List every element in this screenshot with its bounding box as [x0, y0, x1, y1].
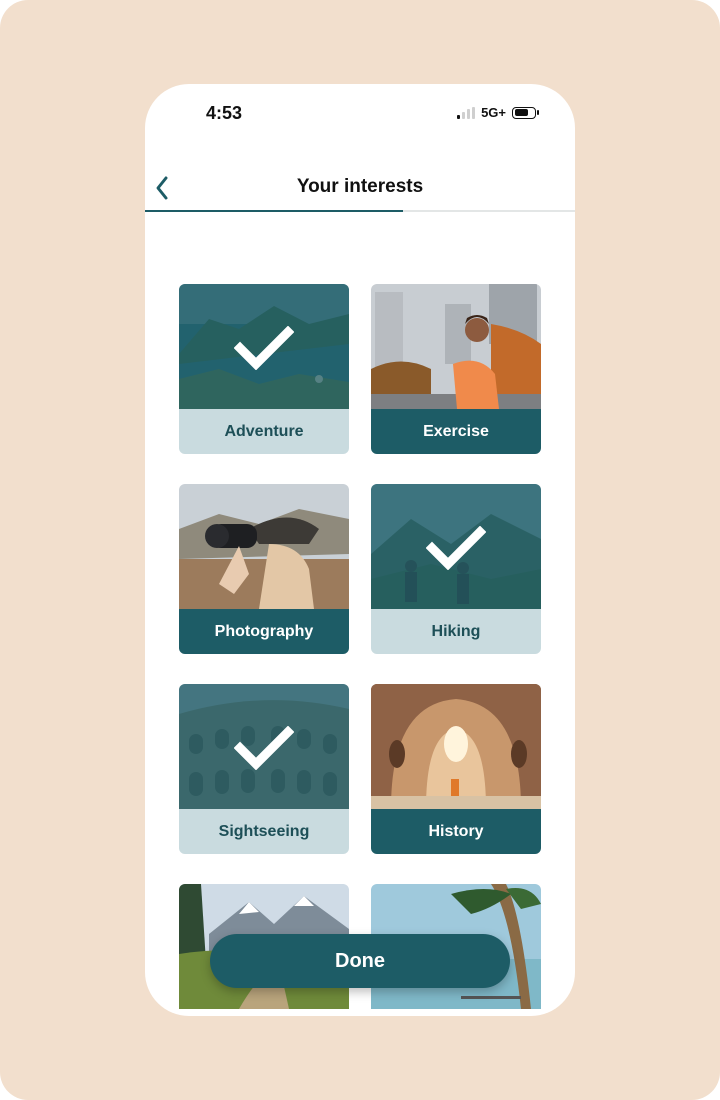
history-photo [371, 684, 541, 809]
exercise-photo [371, 284, 541, 409]
page-title: Your interests [296, 176, 424, 197]
interest-label: Hiking [371, 609, 541, 654]
signal-icon [457, 106, 476, 119]
check-icon [234, 726, 294, 770]
check-icon [426, 526, 486, 570]
phone-screen: 4:53 5G+ Your interests Adventure Exerci… [145, 84, 575, 1016]
interest-label: Photography [179, 609, 349, 654]
interest-card-adventure[interactable]: Adventure [179, 284, 349, 454]
network-type: 5G+ [481, 105, 506, 120]
interest-card-hiking[interactable]: Hiking [371, 484, 541, 654]
progress-fill [145, 210, 403, 212]
interest-label: Adventure [179, 409, 349, 454]
battery-icon [512, 106, 539, 119]
interest-card-history[interactable]: History [371, 684, 541, 854]
interest-card-photography[interactable]: Photography [179, 484, 349, 654]
header: Your interests [145, 164, 575, 212]
done-button[interactable]: Done [210, 934, 510, 988]
interest-card-sightseeing[interactable]: Sightseeing [179, 684, 349, 854]
status-icons: 5G+ [457, 105, 539, 120]
interest-label: Exercise [371, 409, 541, 454]
status-time: 4:53 [206, 103, 243, 123]
progress-bar [145, 210, 575, 212]
check-icon [234, 326, 294, 370]
photography-photo [179, 484, 349, 609]
interest-label: Sightseeing [179, 809, 349, 854]
interest-card-exercise[interactable]: Exercise [371, 284, 541, 454]
interest-label: History [371, 809, 541, 854]
